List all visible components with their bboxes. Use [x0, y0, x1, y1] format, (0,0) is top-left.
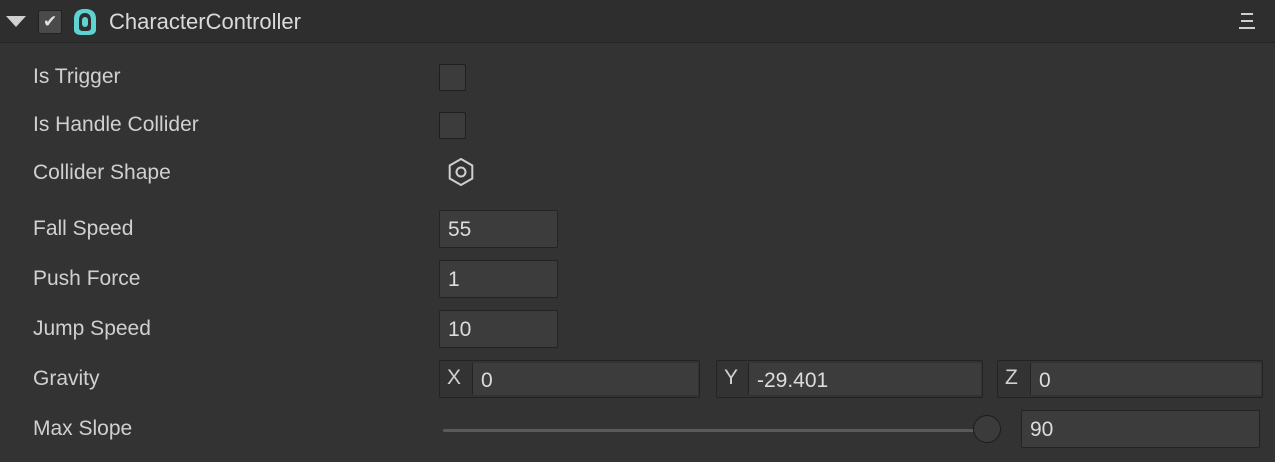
- push-force-label: Push Force: [33, 267, 141, 290]
- hamburger-menu-icon[interactable]: [1239, 13, 1255, 31]
- gravity-x-field: X 0: [439, 360, 700, 398]
- jump-speed-label: Jump Speed: [33, 317, 151, 340]
- max-slope-slider-thumb[interactable]: [973, 415, 1001, 443]
- collapse-arrow-icon[interactable]: [6, 16, 26, 27]
- component-header: ✔ CharacterController: [0, 0, 1275, 43]
- gravity-z-field: Z 0: [997, 360, 1263, 398]
- is-trigger-label: Is Trigger: [33, 65, 121, 88]
- gravity-z-value: 0: [1039, 369, 1051, 392]
- is-handle-collider-checkbox[interactable]: [439, 112, 466, 139]
- push-force-input[interactable]: 1: [439, 260, 558, 298]
- hexagon-nut-icon[interactable]: [446, 157, 476, 187]
- gravity-x-axis-label: X: [447, 366, 462, 389]
- gravity-z-input[interactable]: 0: [1030, 363, 1261, 395]
- fall-speed-input[interactable]: 55: [439, 210, 558, 248]
- checkmark-icon: ✔: [43, 12, 58, 31]
- jump-speed-input[interactable]: 10: [439, 310, 558, 348]
- max-slope-value: 90: [1030, 418, 1054, 441]
- push-force-value: 1: [448, 268, 460, 291]
- component-enabled-checkbox[interactable]: ✔: [38, 10, 62, 34]
- jump-speed-value: 10: [448, 318, 472, 341]
- fall-speed-value: 55: [448, 218, 472, 241]
- character-controller-icon: [74, 9, 96, 35]
- gravity-y-input[interactable]: -29.401: [748, 363, 981, 395]
- is-trigger-checkbox[interactable]: [439, 64, 466, 91]
- max-slope-label: Max Slope: [33, 417, 133, 440]
- is-handle-collider-label: Is Handle Collider: [33, 113, 199, 136]
- gravity-x-value: 0: [481, 369, 493, 392]
- gravity-label: Gravity: [33, 367, 100, 390]
- gravity-y-field: Y -29.401: [716, 360, 983, 398]
- component-title: CharacterController: [109, 9, 301, 34]
- max-slope-slider-track[interactable]: [443, 429, 987, 432]
- max-slope-input[interactable]: 90: [1021, 410, 1260, 448]
- character-controller-panel: ✔ CharacterController Is Trigger Is Hand…: [0, 0, 1275, 462]
- fall-speed-label: Fall Speed: [33, 217, 134, 240]
- gravity-z-axis-label: Z: [1005, 366, 1018, 389]
- gravity-x-input[interactable]: 0: [472, 363, 698, 395]
- gravity-y-value: -29.401: [757, 369, 829, 392]
- gravity-y-axis-label: Y: [724, 366, 739, 389]
- collider-shape-label: Collider Shape: [33, 161, 171, 184]
